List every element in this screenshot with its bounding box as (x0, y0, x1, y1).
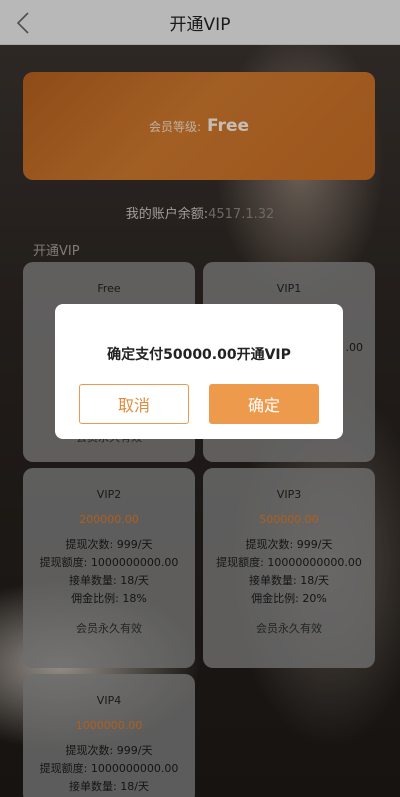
dialog-message: 确定支付50000.00开通VIP (107, 347, 291, 363)
cancel-button[interactable]: 取消 (79, 384, 189, 424)
confirm-button[interactable]: 确定 (209, 384, 319, 424)
confirm-dialog: 确定支付50000.00开通VIP 取消 确定 (55, 304, 343, 439)
